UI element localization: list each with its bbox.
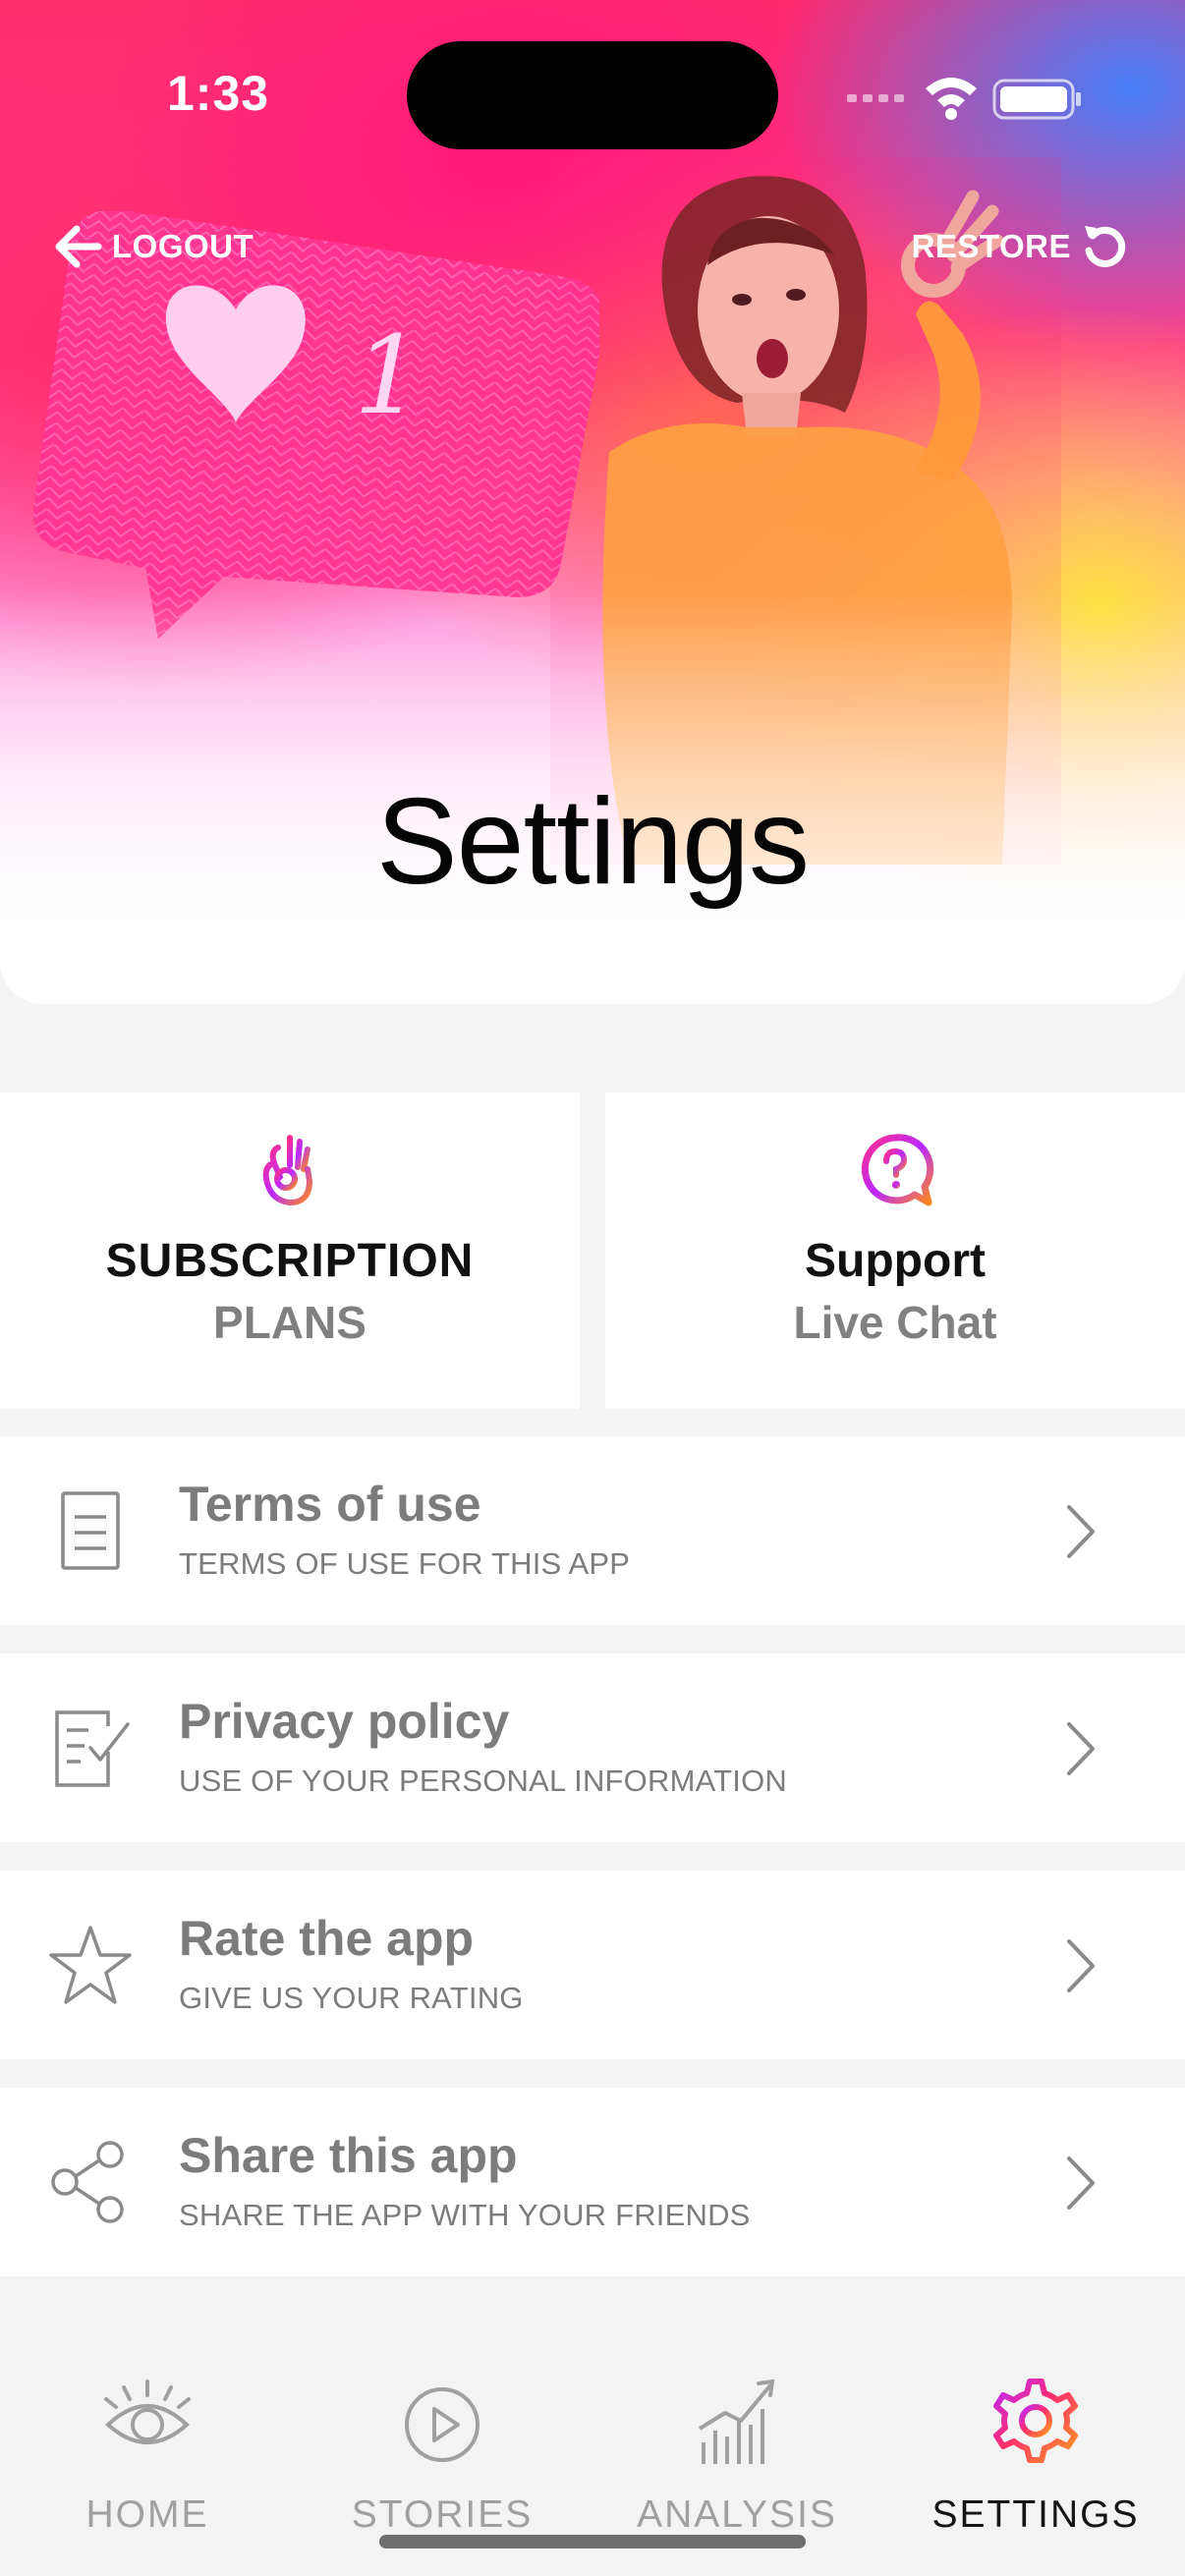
row-subtitle: USE OF YOUR PERSONAL INFORMATION bbox=[179, 1764, 788, 1798]
dynamic-island bbox=[407, 41, 778, 149]
tab-label: HOME bbox=[85, 2493, 209, 2536]
support-title: Support bbox=[805, 1235, 986, 1287]
chevron-right-icon bbox=[1067, 2156, 1095, 2210]
bottom-tab-bar: HOME STORIES ANALYSIS SETTINGS bbox=[0, 2279, 1185, 2576]
chevron-right-icon bbox=[1067, 1939, 1095, 1992]
page-title: Settings bbox=[375, 774, 810, 910]
logout-label: LOGOUT bbox=[112, 228, 254, 264]
signal-dots-icon bbox=[847, 94, 904, 102]
row-subtitle: TERMS OF USE FOR THIS APP bbox=[179, 1546, 631, 1581]
tab-label: SETTINGS bbox=[931, 2493, 1140, 2536]
home-indicator bbox=[379, 2535, 806, 2548]
row-subtitle: GIVE US YOUR RATING bbox=[179, 1981, 524, 2015]
play-circle-icon bbox=[405, 2387, 480, 2462]
help-chat-icon bbox=[861, 1134, 934, 1206]
chevron-right-icon bbox=[1067, 1722, 1095, 1775]
support-live-chat-card[interactable]: Support Live Chat bbox=[605, 1092, 1185, 1409]
svg-text:1: 1 bbox=[354, 312, 423, 438]
tab-label: STORIES bbox=[351, 2493, 534, 2536]
row-title: Terms of use bbox=[179, 1477, 481, 1532]
refresh-icon bbox=[1085, 226, 1126, 267]
restore-button[interactable]: RESTORE bbox=[912, 222, 1126, 271]
tab-settings[interactable]: SETTINGS bbox=[888, 2374, 1183, 2537]
row-title: Privacy policy bbox=[179, 1694, 510, 1749]
status-time: 1:33 bbox=[167, 66, 270, 121]
row-title: Rate the app bbox=[179, 1911, 475, 1966]
privacy-policy-row[interactable]: Privacy policy USE OF YOUR PERSONAL INFO… bbox=[0, 1653, 1185, 1842]
tab-home[interactable]: HOME bbox=[0, 2374, 295, 2537]
arrow-left-icon bbox=[55, 225, 102, 268]
subscription-plans-card[interactable]: SUBSCRIPTION PLANS bbox=[0, 1092, 580, 1409]
gear-icon bbox=[993, 2379, 1078, 2463]
logout-button[interactable]: LOGOUT bbox=[55, 222, 254, 271]
support-subtitle: Live Chat bbox=[793, 1297, 997, 1348]
restore-label: RESTORE bbox=[911, 228, 1071, 264]
wifi-icon bbox=[926, 78, 977, 120]
chevron-right-icon bbox=[1067, 1505, 1095, 1558]
star-icon bbox=[49, 1926, 132, 2004]
status-icons bbox=[847, 78, 1081, 120]
battery-icon bbox=[992, 79, 1081, 120]
subscription-title: SUBSCRIPTION bbox=[105, 1235, 475, 1287]
tab-analysis[interactable]: ANALYSIS bbox=[590, 2374, 884, 2537]
row-subtitle: SHARE THE APP WITH YOUR FRIENDS bbox=[179, 2198, 751, 2232]
terms-of-use-row[interactable]: Terms of use TERMS OF USE FOR THIS APP bbox=[0, 1436, 1185, 1625]
settings-hero: 1 1:33 LOGOUT RESTORE Settings bbox=[0, 0, 1185, 1004]
document-icon bbox=[61, 1491, 120, 1570]
row-title: Share this app bbox=[179, 2128, 518, 2183]
bar-chart-icon bbox=[698, 2379, 775, 2464]
ok-hand-icon bbox=[262, 1135, 312, 1205]
share-this-app-row[interactable]: Share this app SHARE THE APP WITH YOUR F… bbox=[0, 2088, 1185, 2276]
tab-label: ANALYSIS bbox=[637, 2493, 837, 2536]
subscription-subtitle: PLANS bbox=[213, 1297, 367, 1348]
share-icon bbox=[51, 2141, 124, 2223]
rate-the-app-row[interactable]: Rate the app GIVE US YOUR RATING bbox=[0, 1871, 1185, 2059]
checklist-icon bbox=[55, 1710, 130, 1787]
tab-stories[interactable]: STORIES bbox=[295, 2374, 590, 2537]
eye-icon bbox=[104, 2380, 191, 2444]
